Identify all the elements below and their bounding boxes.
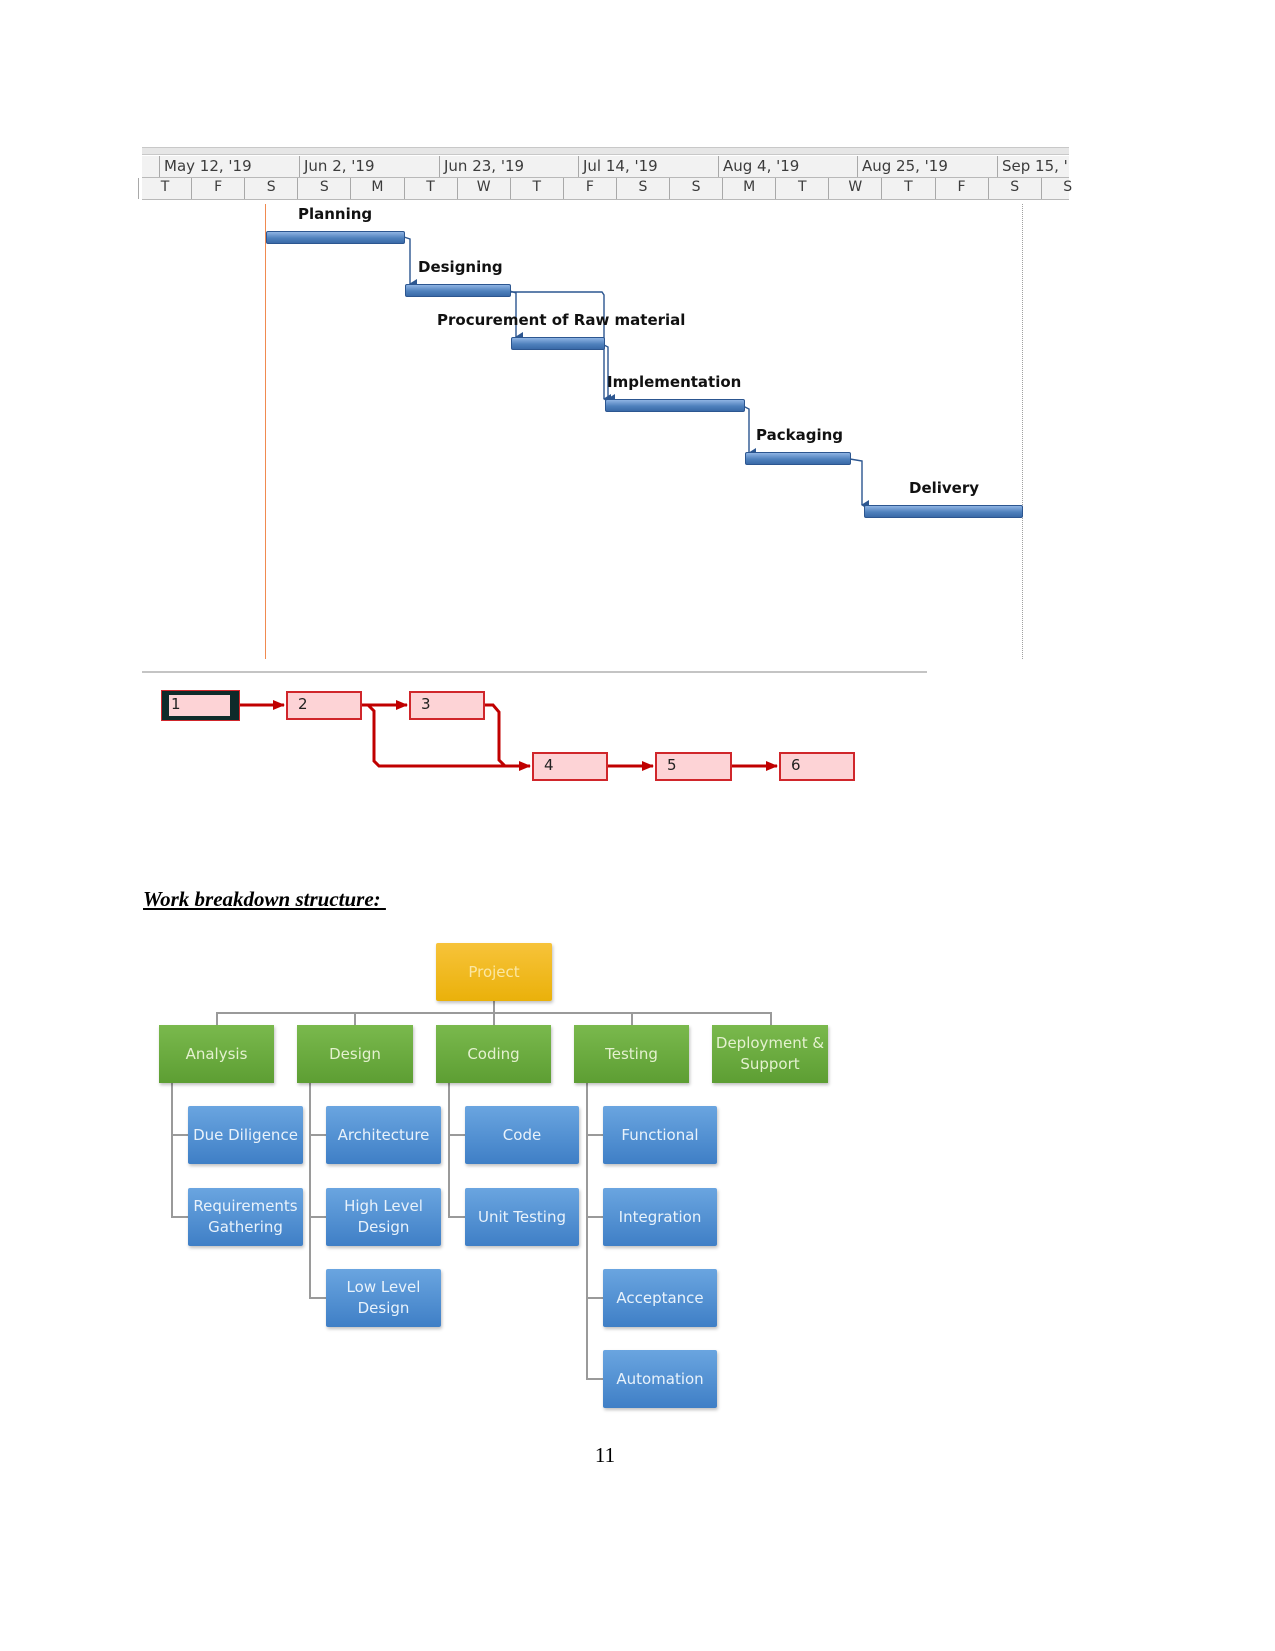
wbs-item-unit-testing[interactable]: Unit Testing xyxy=(465,1188,579,1246)
network-node-2[interactable]: 2 xyxy=(286,691,362,720)
wbs-branch-analysis[interactable]: Analysis xyxy=(159,1025,274,1083)
wbs-connector xyxy=(631,1012,633,1025)
wbs-connector xyxy=(171,1083,173,1218)
wbs-connector xyxy=(354,1012,356,1025)
wbs-item-integration[interactable]: Integration xyxy=(603,1188,717,1246)
wbs-connector xyxy=(309,1083,311,1299)
wbs-heading: Work breakdown structure: xyxy=(143,887,386,911)
network-node-4[interactable]: 4 xyxy=(532,752,608,781)
wbs-connector xyxy=(770,1012,772,1025)
wbs-connector xyxy=(171,1134,188,1136)
wbs-connector xyxy=(493,1012,495,1025)
wbs-branch-coding[interactable]: Coding xyxy=(436,1025,551,1083)
network-node-5[interactable]: 5 xyxy=(655,752,732,781)
wbs-root-project[interactable]: Project xyxy=(436,943,552,1001)
network-node-3[interactable]: 3 xyxy=(409,691,485,720)
wbs-branch-deployment-support[interactable]: Deployment & Support xyxy=(712,1025,828,1083)
wbs-connector xyxy=(586,1216,603,1218)
wbs-item-due-diligence[interactable]: Due Diligence xyxy=(188,1106,303,1164)
wbs-item-high-level-design[interactable]: High Level Design xyxy=(326,1188,441,1246)
wbs-connector xyxy=(448,1216,465,1218)
wbs-item-automation[interactable]: Automation xyxy=(603,1350,717,1408)
wbs-item-requirements-gathering[interactable]: Requirements Gathering xyxy=(188,1188,303,1246)
wbs-item-low-level-design[interactable]: Low Level Design xyxy=(326,1269,441,1327)
wbs-connector xyxy=(448,1083,450,1218)
network-node-1[interactable]: 1 xyxy=(161,690,240,721)
network-node-6[interactable]: 6 xyxy=(779,752,855,781)
wbs-branch-testing[interactable]: Testing xyxy=(574,1025,689,1083)
wbs-item-code[interactable]: Code xyxy=(465,1106,579,1164)
wbs-connector xyxy=(309,1297,326,1299)
wbs-connector xyxy=(586,1134,603,1136)
page-number: 11 xyxy=(594,1443,616,1467)
wbs-item-acceptance[interactable]: Acceptance xyxy=(603,1269,717,1327)
wbs-connector xyxy=(586,1378,603,1380)
net-link-3-4 xyxy=(485,703,507,768)
wbs-item-functional[interactable]: Functional xyxy=(603,1106,717,1164)
wbs-item-architecture[interactable]: Architecture xyxy=(326,1106,441,1164)
wbs-connector xyxy=(309,1134,326,1136)
wbs-connector xyxy=(586,1083,588,1380)
wbs-connector xyxy=(309,1216,326,1218)
wbs-connector xyxy=(448,1134,465,1136)
wbs-connector xyxy=(171,1216,188,1218)
wbs-branch-design[interactable]: Design xyxy=(297,1025,413,1083)
wbs-connector xyxy=(216,1012,218,1025)
wbs-connector xyxy=(586,1297,603,1299)
